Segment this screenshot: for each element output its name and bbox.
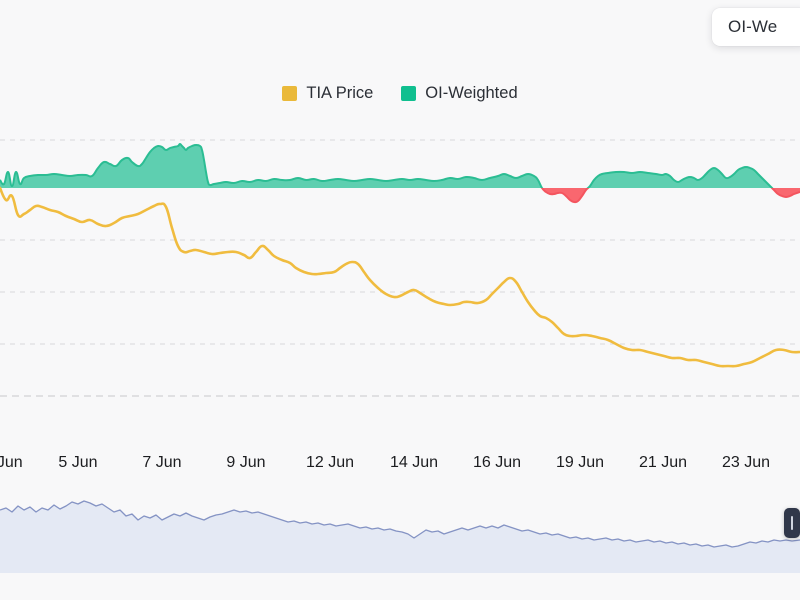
x-axis-tick: 21 Jun	[638, 454, 688, 471]
main-plot-area[interactable]	[0, 118, 800, 443]
navigator-area-fill	[0, 501, 800, 573]
chart-legend: TIA Price OI-Weighted	[0, 84, 800, 103]
legend-item-oi-weighted[interactable]: OI-Weighted	[401, 84, 518, 103]
series-tooltip: OI-We	[712, 8, 800, 46]
x-axis-tick: 16 Jun	[472, 454, 522, 471]
legend-label-oi-weighted: OI-Weighted	[425, 84, 518, 102]
x-axis-tick: 14 Jun	[389, 454, 439, 471]
footer-spacer	[0, 576, 800, 600]
legend-item-tia-price[interactable]: TIA Price	[282, 84, 373, 103]
x-axis-tick: 23 Jun	[721, 454, 771, 471]
navigator-brush[interactable]	[0, 488, 800, 576]
oi-area-positive	[0, 144, 800, 188]
navigator-right-handle[interactable]	[784, 508, 800, 538]
x-axis-tick: 9 Jun	[226, 454, 266, 471]
tooltip-text: OI-We	[728, 17, 778, 36]
plot-svg	[0, 139, 800, 397]
tia-price-line-series	[0, 186, 800, 368]
x-axis-tick: 3 Jun	[0, 454, 23, 471]
x-axis-tick: 7 Jun	[142, 454, 182, 471]
chart-screenshot: OI-We TIA Price OI-Weighted 3 Jun 5 Jun 7 …	[0, 0, 800, 600]
x-axis: 3 Jun 5 Jun 7 Jun 9 Jun 12 Jun 14 Jun 16 Jun 19…	[0, 443, 800, 488]
oi-weighted-area-series	[0, 143, 800, 204]
legend-label-tia-price: TIA Price	[306, 84, 374, 102]
navigator-svg	[0, 500, 800, 573]
legend-swatch-icon	[282, 86, 298, 101]
x-axis-tick: 19 Jun	[555, 454, 605, 471]
legend-swatch-icon	[401, 86, 417, 101]
x-axis-tick: 5 Jun	[58, 454, 98, 471]
x-axis-tick: 12 Jun	[305, 454, 355, 471]
